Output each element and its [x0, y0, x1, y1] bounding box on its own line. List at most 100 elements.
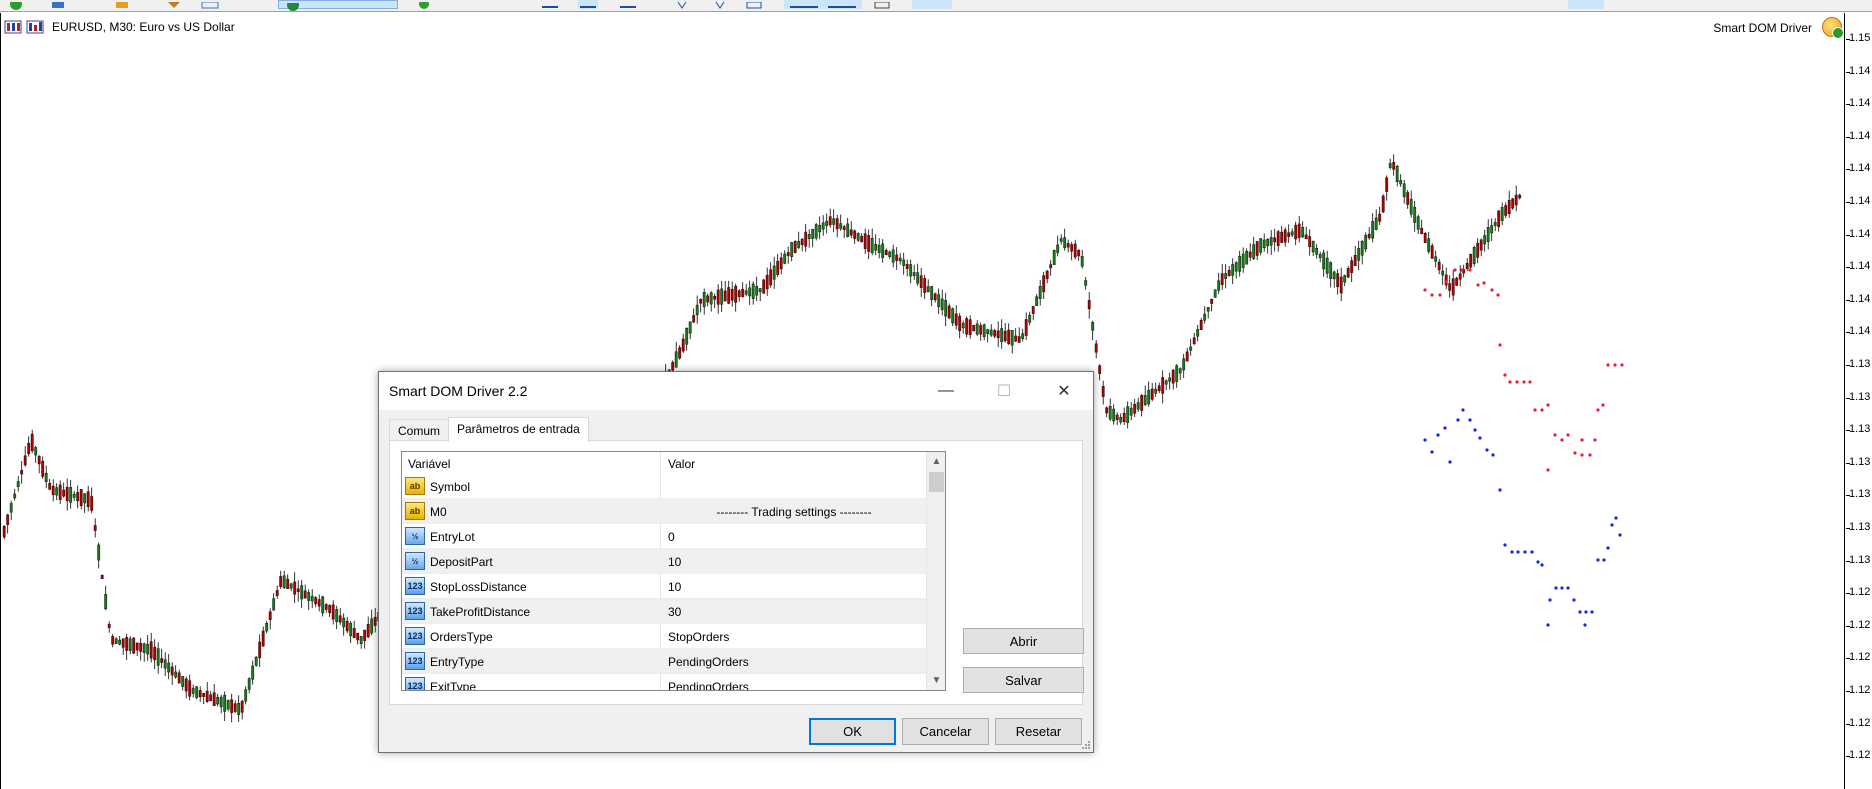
- parameter-value[interactable]: PendingOrders: [668, 655, 749, 669]
- candle-body: [41, 460, 45, 477]
- parameter-row[interactable]: 123 ExitType PendingOrders: [402, 674, 926, 690]
- toolbar-button[interactable]: [200, 0, 220, 9]
- candle-body: [1049, 264, 1053, 269]
- parameter-value[interactable]: 30: [668, 605, 681, 619]
- parameter-row[interactable]: ½ EntryLot 0: [402, 524, 926, 549]
- column-header-variable[interactable]: Variável: [408, 457, 450, 471]
- scroll-up-icon[interactable]: ▲: [927, 452, 945, 471]
- parameter-value[interactable]: PendingOrders: [668, 680, 749, 690]
- indicator-dot: [1590, 610, 1594, 614]
- candle-body: [1220, 273, 1224, 285]
- terminal-window: EURUSD, M30: Euro vs US Dollar Smart DOM…: [0, 0, 1872, 789]
- candle-body: [1154, 388, 1158, 394]
- maximize-button[interactable]: ☐: [975, 372, 1033, 410]
- toolbar-button[interactable]: [578, 0, 598, 9]
- indicator-dot: [1423, 438, 1427, 442]
- tab-input-parameters[interactable]: Parâmetros de entrada: [448, 417, 589, 442]
- candle-body: [1500, 207, 1504, 221]
- candle-body: [1000, 328, 1004, 343]
- toolbar-button[interactable]: [164, 0, 184, 9]
- indicator-dot: [1596, 558, 1600, 562]
- candle-body: [1318, 254, 1322, 259]
- parameter-value[interactable]: -------- Trading settings --------: [662, 505, 926, 519]
- tab-common[interactable]: Comum: [389, 419, 450, 441]
- candle-body: [1014, 335, 1018, 342]
- ok-button[interactable]: OK: [809, 718, 896, 745]
- candle-body: [758, 288, 762, 293]
- candle-body: [258, 641, 262, 659]
- price-axis[interactable]: 1.15 1.14 1.14 1.14 1.14 1.14 1.14 1.14 1.14 1.14…: [1846, 13, 1872, 789]
- grid-scrollbar[interactable]: ▲ ▼: [926, 452, 945, 690]
- double-type-icon: ½: [405, 527, 425, 545]
- indicator-dot: [1546, 468, 1550, 472]
- toolbar-button[interactable]: [112, 0, 132, 9]
- resize-grip-icon[interactable]: [1081, 740, 1091, 750]
- candle-body: [783, 253, 787, 264]
- toolbar-button[interactable]: [912, 0, 952, 9]
- parameters-grid[interactable]: Variável Valor ab Symbol ab M0 -------- Trad…: [401, 451, 946, 691]
- indicator-dot: [1468, 418, 1472, 422]
- cancel-button[interactable]: Cancelar: [902, 718, 989, 745]
- parameter-row[interactable]: 123 OrdersType StopOrders: [402, 624, 926, 649]
- candle-body: [685, 327, 689, 345]
- dialog-titlebar[interactable]: Smart DOM Driver 2.2 — ☐ ✕: [379, 372, 1093, 410]
- toolbar-button[interactable]: [618, 0, 638, 9]
- autotrading-button[interactable]: [278, 0, 398, 11]
- candle-body: [202, 693, 206, 697]
- open-button[interactable]: Abrir: [963, 628, 1084, 654]
- candle-body: [1101, 386, 1105, 397]
- candle-body: [765, 274, 769, 290]
- candle-body: [1024, 319, 1028, 336]
- candle-body: [961, 322, 965, 329]
- toolbar-button[interactable]: [744, 0, 764, 9]
- candle-body: [916, 272, 920, 284]
- candle-body: [1427, 238, 1431, 252]
- candle-body: [1413, 206, 1417, 223]
- parameter-row[interactable]: 123 TakeProfitDistance 30: [402, 599, 926, 624]
- indicator-dot: [1614, 516, 1618, 520]
- toolbar-button[interactable]: [872, 0, 892, 9]
- parameter-value[interactable]: 10: [668, 580, 681, 594]
- scroll-thumb[interactable]: [929, 472, 944, 492]
- parameter-row[interactable]: ab Symbol: [402, 474, 926, 499]
- indicator-dot: [1460, 268, 1464, 272]
- parameter-value[interactable]: 10: [668, 555, 681, 569]
- integer-type-icon: 123: [405, 677, 425, 690]
- column-header-value[interactable]: Valor: [668, 457, 695, 471]
- indicator-dot: [1560, 586, 1564, 590]
- reset-button[interactable]: Resetar: [995, 718, 1082, 745]
- parameter-row[interactable]: 123 StopLossDistance 10: [402, 574, 926, 599]
- expert-advisor-label[interactable]: Smart DOM Driver: [1713, 21, 1812, 35]
- close-button[interactable]: ✕: [1035, 372, 1093, 410]
- minimize-button[interactable]: —: [917, 372, 975, 410]
- toolbar-button[interactable]: [48, 0, 68, 9]
- toolbar-button[interactable]: [414, 0, 434, 9]
- toolbar-button[interactable]: [540, 0, 560, 9]
- indicator-dot: [1448, 460, 1452, 464]
- candle-body: [279, 576, 283, 587]
- candle-body: [356, 632, 360, 641]
- toolbar-button[interactable]: [672, 0, 692, 9]
- toolbar-button[interactable]: [6, 0, 26, 10]
- candle-body: [1329, 262, 1333, 279]
- indicator-dot: [1583, 623, 1587, 627]
- toolbar-button[interactable]: [784, 0, 862, 9]
- save-button[interactable]: Salvar: [963, 667, 1084, 693]
- parameter-row[interactable]: ab M0 -------- Trading settings --------: [402, 499, 926, 524]
- candle-body: [359, 636, 363, 644]
- price-label: 1.14: [1849, 260, 1871, 273]
- toolbar-button[interactable]: [710, 0, 730, 9]
- parameter-row[interactable]: ½ DepositPart 10: [402, 549, 926, 574]
- toolbar-button[interactable]: [1568, 0, 1604, 9]
- candle-body: [205, 690, 209, 702]
- candle-body: [716, 289, 720, 305]
- candle-body: [247, 678, 251, 690]
- candle-body: [307, 592, 311, 601]
- candle-body: [975, 323, 979, 335]
- parameter-value[interactable]: StopOrders: [668, 630, 729, 644]
- scroll-down-icon[interactable]: ▼: [927, 671, 945, 690]
- candle-body: [1518, 194, 1522, 199]
- candle-body: [905, 264, 909, 269]
- parameter-value[interactable]: 0: [668, 530, 675, 544]
- parameter-row[interactable]: 123 EntryType PendingOrders: [402, 649, 926, 674]
